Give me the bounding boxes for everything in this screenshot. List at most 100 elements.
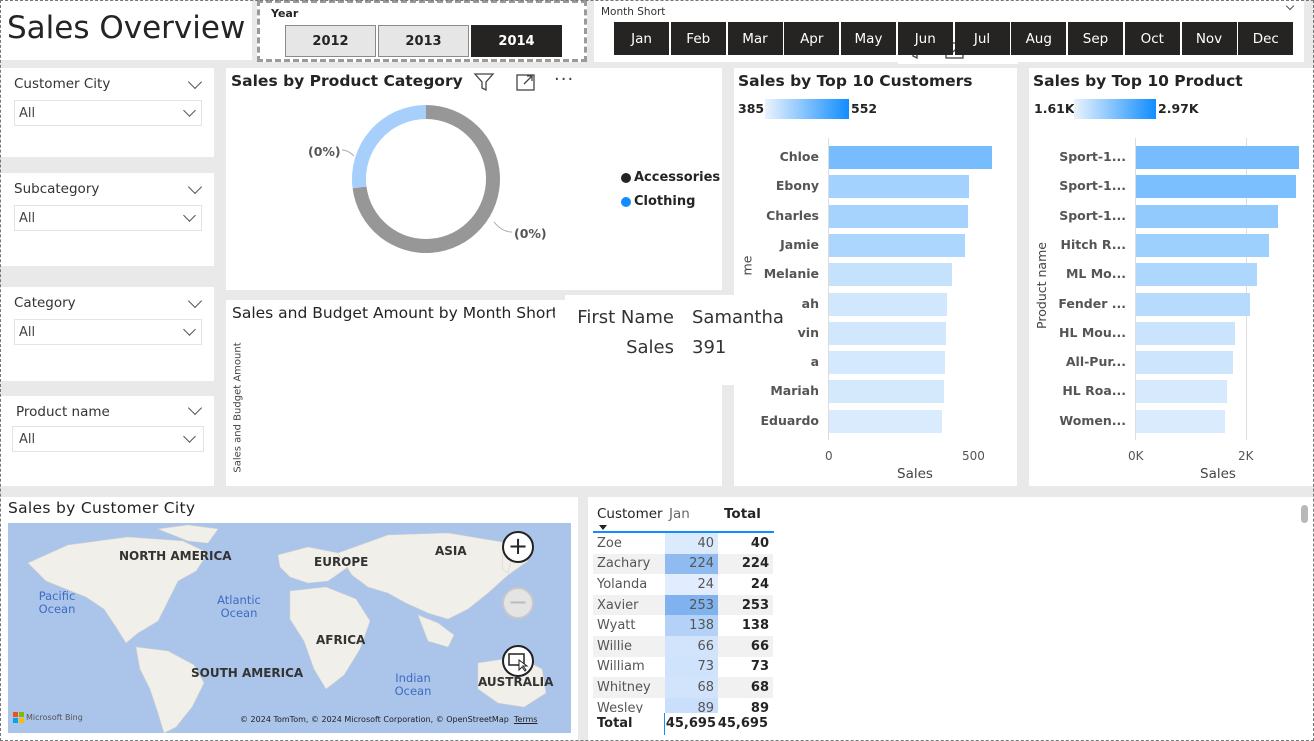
x-tick-label: 0K [1128, 449, 1144, 463]
bar-category-label: ML Mo... [1065, 266, 1126, 282]
matrix-panel[interactable]: Customer Jan Total Zoe 40 40 Zachary 224 224 Y… [588, 497, 1314, 741]
top-customers-panel[interactable]: Sales by Top 10 Customers 385 552 me 0 5… [734, 68, 1017, 486]
table-row[interactable]: Zoe 40 40 [593, 533, 773, 554]
zoom-in-button[interactable]: + [502, 531, 534, 563]
map-style-button[interactable] [502, 645, 534, 677]
top-products-panel[interactable]: Sales by Top 10 Product 1.61K 2.97K Prod… [1029, 68, 1314, 486]
bar[interactable] [829, 233, 965, 257]
table-row[interactable]: Whitney 68 68 [593, 677, 773, 698]
month-option-feb[interactable]: Feb [670, 22, 726, 55]
map-label-continent: EUROPE [314, 555, 369, 569]
bar[interactable] [1136, 292, 1251, 316]
table-row[interactable]: Wyatt 138 138 [593, 615, 773, 636]
bar[interactable] [829, 175, 969, 199]
chevron-down-icon [183, 430, 196, 443]
month-option-mar[interactable]: Mar [727, 22, 783, 55]
bar[interactable] [829, 409, 943, 433]
subcategory-dropdown[interactable]: All [14, 205, 202, 231]
slicer-subcategory[interactable]: Subcategory All [0, 173, 214, 266]
product-name-dropdown[interactable]: All [12, 426, 204, 452]
vertical-scrollbar[interactable] [1301, 505, 1308, 523]
matrix-header-total[interactable]: Total [724, 506, 761, 522]
bar[interactable] [829, 204, 969, 228]
year-option-2012[interactable]: 2012 [285, 25, 376, 57]
bar[interactable] [1136, 321, 1235, 345]
bar-category-label: Ebony [775, 178, 819, 194]
map-label-ocean: Atlantic Ocean [217, 593, 261, 620]
bar[interactable] [1136, 409, 1225, 433]
bar[interactable] [1136, 263, 1257, 287]
microsoft-logo-icon [13, 712, 24, 723]
matrix-header-customer[interactable]: Customer [597, 506, 663, 530]
bar[interactable] [1136, 146, 1300, 169]
more-options-icon[interactable]: ··· [554, 69, 574, 90]
bar[interactable] [1136, 351, 1233, 375]
matrix-header-jan[interactable]: Jan [669, 506, 690, 522]
chevron-down-icon[interactable] [187, 74, 203, 90]
chevron-down-icon[interactable] [187, 179, 203, 195]
year-slicer[interactable]: Year 2012 2013 2014 [257, 0, 587, 62]
slicer-product-name[interactable]: Product name All [0, 396, 214, 486]
bar[interactable] [829, 351, 945, 375]
month-option-aug[interactable]: Aug [1011, 22, 1067, 55]
month-slicer[interactable]: Month Short ··· JanFebMarAprMayJunJulAug… [594, 0, 1304, 64]
donut-slice-clothing[interactable] [352, 105, 426, 189]
month-option-nov[interactable]: Nov [1181, 22, 1237, 55]
bar[interactable] [829, 380, 945, 404]
y-axis-label: Sales and Budget Amount [232, 342, 244, 473]
bar-category-label: Women... [1059, 412, 1126, 428]
chevron-down-icon[interactable] [187, 293, 203, 309]
bar[interactable] [1136, 204, 1278, 228]
month-option-oct[interactable]: Oct [1124, 22, 1180, 55]
row-total-value: 224 [741, 556, 769, 572]
map-panel[interactable]: Sales by Customer City NORTH AMERICA EUR… [0, 497, 578, 741]
zoom-out-button[interactable]: − [502, 587, 534, 619]
chart-title: Sales by Product Category Nan [231, 72, 503, 90]
month-option-jan[interactable]: Jan [614, 22, 669, 55]
month-option-apr[interactable]: Apr [784, 22, 840, 55]
donut-label-right: (0%) [514, 226, 547, 241]
month-option-jun[interactable]: Jun [897, 22, 953, 55]
month-option-dec[interactable]: Dec [1238, 22, 1294, 55]
filter-icon[interactable] [473, 72, 495, 92]
bar-category-label: Hitch R... [1060, 236, 1127, 252]
table-row[interactable]: Zachary 224 224 [593, 553, 773, 575]
table-row[interactable]: William 73 73 [593, 656, 773, 678]
donut-chart-panel[interactable]: Sales by Product Category Nan ··· (0%) (… [226, 68, 722, 290]
bar[interactable] [829, 263, 953, 287]
slicer-customer-city[interactable]: Customer City All [0, 68, 214, 157]
budget-chart-panel[interactable]: Sales and Budget Amount by Month Short S… [226, 292, 558, 486]
bar[interactable] [1136, 380, 1227, 404]
customer-city-dropdown[interactable]: All [14, 100, 202, 126]
year-option-2014[interactable]: 2014 [471, 25, 562, 57]
bar[interactable] [1136, 233, 1270, 257]
focus-mode-icon[interactable] [515, 72, 537, 92]
row-total-value: 66 [750, 638, 769, 654]
month-option-jul[interactable]: Jul [954, 22, 1010, 55]
month-slicer-collapse-icon[interactable] [1285, 1, 1295, 11]
legend-item-accessories[interactable]: Accessories [621, 170, 720, 185]
year-option-2013[interactable]: 2013 [378, 25, 469, 57]
table-row[interactable]: Wesley 89 89 [593, 697, 773, 713]
category-dropdown[interactable]: All [14, 319, 202, 345]
chart-title: Sales by Top 10 Product [1033, 72, 1243, 90]
bar[interactable] [1136, 175, 1296, 199]
row-jan-value: 68 [665, 677, 718, 698]
month-option-may[interactable]: May [841, 22, 896, 55]
row-customer-name: Willie [597, 638, 633, 654]
slicer-category[interactable]: Category All [0, 287, 214, 381]
month-option-sep[interactable]: Sep [1068, 22, 1123, 55]
table-row[interactable]: Xavier 253 253 [593, 594, 773, 616]
table-row[interactable]: Willie 66 66 [593, 636, 773, 657]
bar[interactable] [829, 321, 947, 345]
table-row[interactable]: Yolanda 24 24 [593, 574, 773, 595]
map-label-continent: SOUTH AMERICA [191, 666, 304, 680]
donut-chart[interactable] [326, 98, 566, 278]
legend-item-clothing[interactable]: Clothing [621, 194, 720, 209]
chevron-down-icon[interactable] [187, 400, 203, 416]
bar-category-label: Melanie [763, 266, 819, 282]
map-canvas[interactable]: NORTH AMERICA EUROPE ASIA AFRICA SOUTH A… [8, 523, 571, 733]
bar[interactable] [829, 146, 992, 169]
bar[interactable] [829, 292, 947, 316]
terms-link[interactable]: Terms [514, 715, 538, 724]
